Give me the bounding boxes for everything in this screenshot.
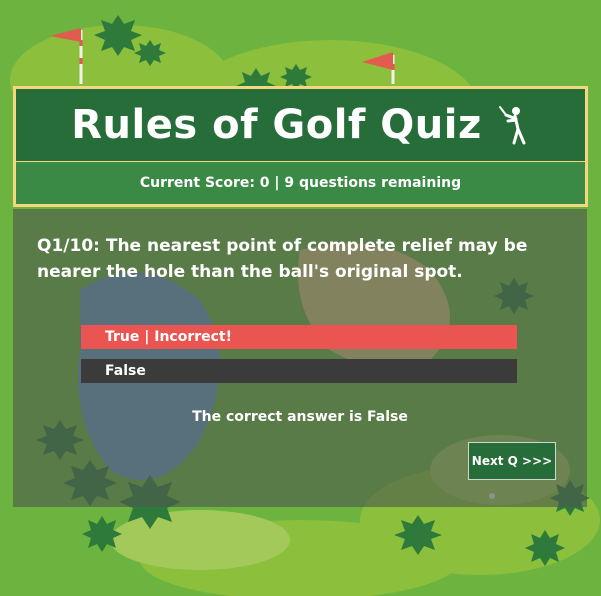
answer-label: True | Incorrect!	[105, 329, 233, 345]
next-question-button[interactable]: Next Q >>>	[468, 442, 556, 480]
page-title: Rules of Golf Quiz	[71, 102, 482, 148]
green-patch	[110, 510, 290, 570]
question-text: Q1/10: The nearest point of complete rel…	[37, 236, 528, 282]
feedback-text: The correct answer is False	[192, 409, 408, 425]
answer-option-true[interactable]: True | Incorrect!	[81, 325, 517, 349]
golfer-icon	[498, 106, 526, 145]
score-bar: Current Score: 0 | 9 questions remaining	[13, 162, 588, 207]
answer-option-false[interactable]: False	[81, 359, 517, 383]
title-banner: Rules of Golf Quiz	[13, 86, 588, 164]
answer-label: False	[105, 363, 146, 379]
question-panel: Q1/10: The nearest point of complete rel…	[13, 209, 587, 507]
score-text: Current Score: 0 | 9 questions remaining	[139, 175, 462, 191]
